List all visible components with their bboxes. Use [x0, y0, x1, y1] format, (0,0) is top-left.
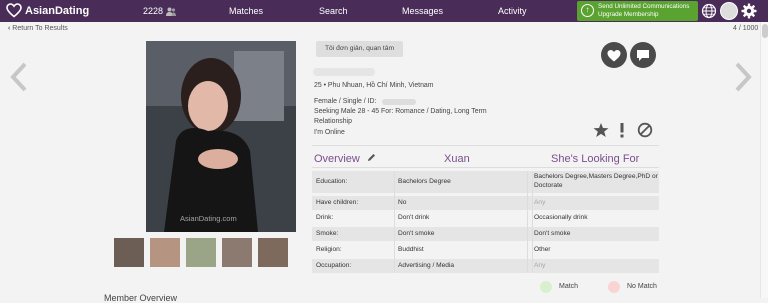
nav-link-messages[interactable]: Messages [402, 6, 443, 16]
wants-value: Other [534, 246, 551, 253]
chevron-left-icon: ‹ [8, 25, 11, 32]
nav-count-value: 2228 [143, 6, 164, 16]
her-value: Buddhist [398, 246, 424, 253]
column-divider [532, 171, 533, 273]
match-legend-dot [540, 281, 552, 293]
column-divider [527, 171, 528, 273]
photo-thumbnail[interactable] [258, 238, 288, 267]
her-value: Don't drink [398, 214, 430, 221]
profile-id-blurred [382, 99, 416, 105]
globe-icon[interactable] [701, 3, 717, 19]
photo-thumbnail[interactable] [114, 238, 144, 267]
table-row: Occupation: Advertising / Media Any [312, 259, 659, 273]
result-position: 4 / 1000 [733, 25, 759, 32]
looking-for-heading: She's Looking For [551, 153, 640, 165]
overview-label: Overview [314, 153, 360, 165]
her-value: Bachelors Degree [398, 178, 451, 185]
row-label: Education: [316, 178, 348, 185]
top-navbar: AsianDating 2228 Matches Search Messages… [0, 0, 768, 22]
page-scrollbar[interactable] [760, 22, 768, 298]
divider [312, 145, 659, 146]
table-row: Education: Bachelors Degree Bachelors De… [312, 171, 659, 193]
divider [312, 167, 659, 168]
profile-photo-image [146, 41, 296, 232]
row-label: Drink: [316, 214, 334, 221]
photo-thumbnail[interactable] [186, 238, 216, 267]
chat-bubble-icon [637, 50, 649, 61]
arrow-up-icon: ↑ [581, 4, 594, 17]
gear-icon[interactable] [741, 3, 757, 19]
table-row: Have children: No Any [312, 196, 659, 210]
message-button[interactable] [630, 42, 656, 68]
wants-value: Occasionally drink [534, 214, 588, 221]
wants-value: Don't smoke [534, 230, 571, 237]
logo[interactable]: AsianDating [6, 3, 89, 18]
profile-name-blurred [313, 68, 375, 76]
like-button[interactable] [601, 42, 627, 68]
back-label: Return To Results [12, 25, 68, 32]
wants-value: Any [534, 199, 546, 206]
row-label: Occupation: [316, 262, 352, 269]
her-value: Don't smoke [398, 230, 435, 237]
table-row: Religion: Buddhist Other [312, 243, 659, 257]
photo-watermark: AsianDating.com [180, 214, 237, 223]
profile-seeking: Seeking Male 28 - 45 For: Romance / Dati… [314, 108, 487, 115]
brand-name: AsianDating [25, 4, 90, 17]
overview-heading: Overview [314, 153, 376, 165]
next-profile-arrow-icon[interactable] [734, 62, 752, 92]
row-label: Have children: [316, 199, 359, 206]
scrollbar-thumb[interactable] [762, 24, 768, 38]
user-avatar[interactable] [720, 2, 738, 20]
nav-link-matches[interactable]: Matches [229, 6, 263, 16]
row-label: Religion: [316, 246, 342, 253]
back-to-results-link[interactable]: ‹ Return To Results [8, 25, 68, 32]
no-match-legend-label: No Match [627, 283, 657, 290]
upgrade-line1: Send Unlimited Communications [598, 3, 690, 10]
match-legend-label: Match [559, 283, 579, 290]
nav-link-search[interactable]: Search [319, 6, 348, 16]
member-overview-heading: Member Overview [104, 293, 178, 303]
previous-profile-arrow-icon[interactable] [10, 62, 28, 92]
pencil-edit-icon[interactable] [367, 153, 376, 162]
profile-gender-status: Female / Single / ID: [314, 98, 377, 105]
photo-thumbnail[interactable] [150, 238, 180, 267]
profile-tagline: Tôi đơn giản, quan tâm [316, 41, 403, 57]
table-row: Drink: Don't drink Occasionally drink [312, 211, 659, 225]
star-favorite-icon[interactable] [593, 122, 609, 138]
upgrade-membership-button[interactable]: ↑ Send Unlimited Communications Upgrade … [577, 1, 698, 21]
profile-location: 25 • Phu Nhuan, Hồ Chí Minh, Vietnam [314, 82, 434, 89]
heart-logo-icon [6, 3, 22, 18]
column-divider [394, 171, 395, 273]
wants-value: Bachelors Degree,Masters Degree,PhD or D… [534, 173, 658, 189]
online-status: I'm Online [314, 129, 345, 136]
block-icon[interactable] [637, 122, 653, 138]
photo-thumbnail[interactable] [222, 238, 252, 267]
upgrade-line2: Upgrade Membership [598, 10, 659, 18]
no-match-legend-dot [608, 281, 620, 293]
users-icon [166, 7, 177, 16]
profile-seeking-cont: Relationship [314, 118, 352, 125]
nav-link-activity[interactable]: Activity [498, 6, 527, 16]
row-label: Smoke: [316, 230, 339, 237]
main-profile-photo[interactable]: AsianDating.com [146, 41, 296, 232]
her-value: No [398, 199, 407, 206]
wants-value: Any [534, 262, 546, 269]
her-name-heading: Xuan [444, 153, 470, 165]
report-exclamation-icon[interactable] [616, 122, 628, 138]
her-value: Advertising / Media [398, 262, 455, 269]
table-row: Smoke: Don't smoke Don't smoke [312, 227, 659, 241]
heart-icon [607, 50, 621, 62]
nav-count[interactable]: 2228 [143, 6, 177, 16]
